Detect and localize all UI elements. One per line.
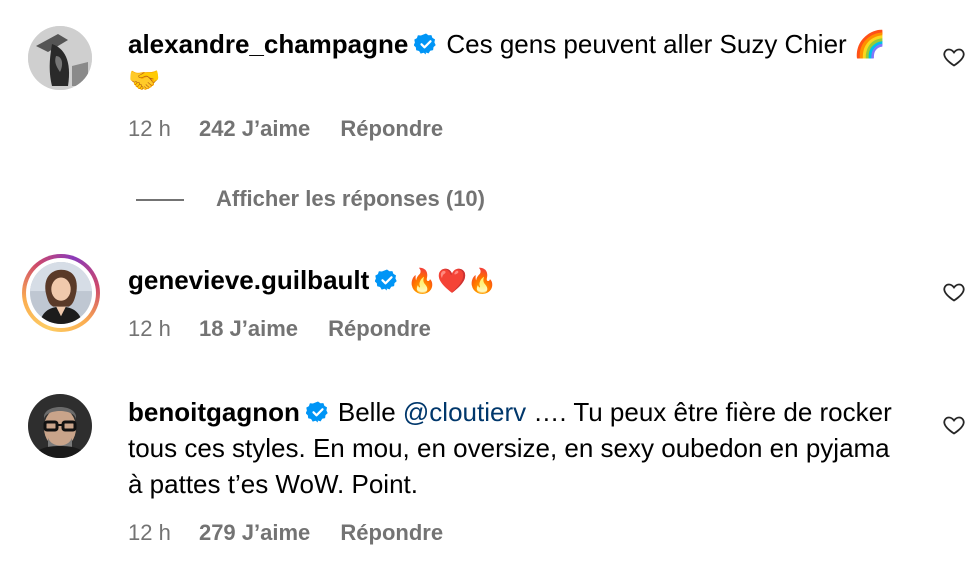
comment-body: alexandre_champagne Ces gens peuvent alle… [128, 26, 898, 98]
heart-outline-icon[interactable] [942, 45, 966, 69]
timestamp: 12 h [128, 520, 171, 545]
view-replies-button[interactable]: Afficher les réponses (10) [136, 186, 485, 212]
avatar-image [28, 394, 92, 458]
reply-button[interactable]: Répondre [340, 116, 443, 142]
like-count[interactable]: 279 J’aime [199, 520, 310, 546]
comment-body: genevieve.guilbault 🔥❤️🔥 [128, 262, 898, 300]
verified-badge-icon [305, 400, 330, 424]
timestamp: 12 h [128, 116, 171, 141]
username[interactable]: genevieve.guilbault [128, 265, 369, 295]
comment-meta: 12 h 18 J’aime Répondre [128, 316, 431, 342]
avatar-image [30, 262, 92, 324]
username[interactable]: alexandre_champagne [128, 29, 408, 59]
verified-badge-icon [414, 32, 438, 56]
avatar[interactable] [22, 254, 100, 332]
view-replies-label: Afficher les réponses (10) [216, 186, 485, 211]
timestamp: 12 h [128, 316, 171, 341]
heart-outline-icon[interactable] [942, 413, 966, 437]
reply-button[interactable]: Répondre [340, 520, 443, 546]
heart-outline-icon[interactable] [942, 280, 966, 304]
avatar-image [28, 26, 92, 90]
comment-meta: 12 h 242 J’aime Répondre [128, 116, 443, 142]
like-count[interactable]: 18 J’aime [199, 316, 298, 342]
comment-meta: 12 h 279 J’aime Répondre [128, 520, 443, 546]
mention-link[interactable]: @cloutierv [403, 397, 526, 427]
avatar[interactable] [28, 26, 92, 90]
comment-body: benoitgagnon Belle @cloutierv …. Tu peux … [128, 394, 898, 502]
like-count[interactable]: 242 J’aime [199, 116, 310, 142]
view-replies-line [136, 199, 184, 202]
avatar[interactable] [28, 394, 92, 458]
comment-text: 🔥❤️🔥 [407, 268, 497, 295]
comment-text-start: Belle [337, 397, 403, 427]
reply-button[interactable]: Répondre [328, 316, 431, 342]
verified-badge-icon [375, 268, 399, 292]
username[interactable]: benoitgagnon [128, 397, 300, 427]
